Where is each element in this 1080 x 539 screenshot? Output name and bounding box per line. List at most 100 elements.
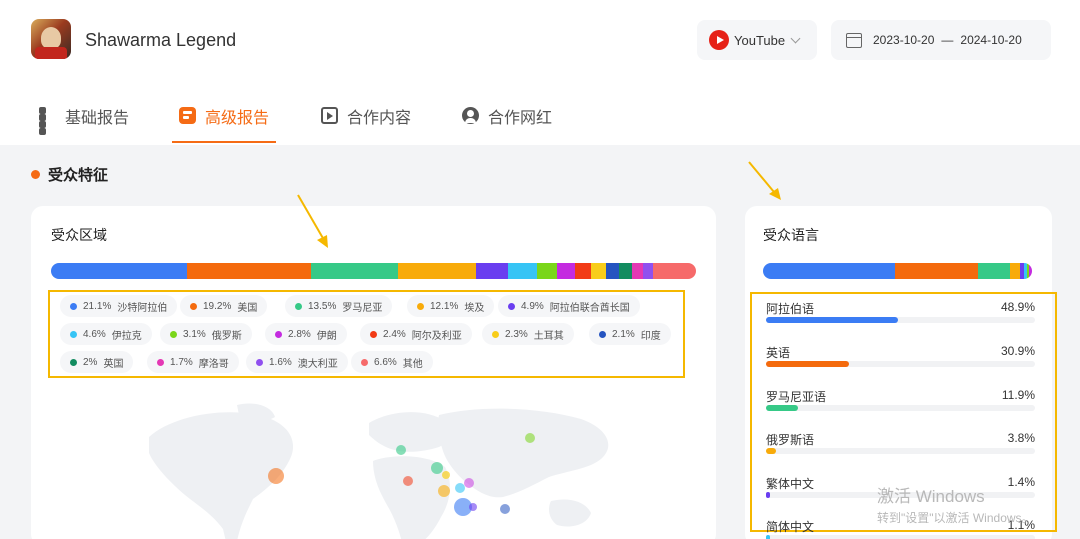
region-legend-item[interactable]: 2% 英国	[60, 351, 134, 373]
legend-color-dot	[370, 330, 377, 338]
region-bar-segment	[507, 263, 538, 279]
region-bar-segment	[187, 263, 311, 279]
region-bar-segment	[590, 263, 606, 279]
tab-collab-influencers[interactable]: 合作网红	[462, 88, 552, 143]
region-legend-item[interactable]: 2.3% 土耳其	[482, 323, 574, 345]
app-title: Shawarma Legend	[85, 30, 237, 50]
region-bar-segment	[653, 263, 696, 279]
region-legend-item[interactable]: 13.5% 罗马尼亚	[285, 295, 393, 317]
map-marker-india	[500, 504, 510, 514]
region-bar-segment	[605, 263, 620, 279]
region-legend-item[interactable]: 4.6% 伊拉克	[60, 323, 152, 345]
legend-label: 俄罗斯	[211, 330, 242, 342]
legend-label: 澳大利亚	[297, 358, 338, 370]
video-content-icon	[321, 107, 338, 124]
legend-percent: 21.1%	[83, 300, 112, 312]
language-name: 英语	[766, 346, 791, 360]
language-bar-segment	[894, 263, 978, 279]
language-name: 俄罗斯语	[766, 433, 815, 447]
legend-color-dot	[508, 302, 515, 310]
legend-label: 其他	[402, 358, 423, 370]
legend-label: 伊拉克	[111, 330, 142, 342]
legend-label: 土耳其	[533, 330, 564, 342]
legend-label: 罗马尼亚	[342, 302, 383, 314]
language-stacked-bar	[763, 263, 1032, 279]
region-bar-segment	[557, 263, 576, 279]
region-bar-segment	[51, 263, 188, 279]
language-row: 阿拉伯语 48.9%	[766, 300, 1035, 340]
legend-color-dot	[599, 330, 606, 338]
language-name: 罗马尼亚语	[766, 390, 827, 404]
legend-percent: 2.8%	[288, 328, 311, 340]
legend-color-dot	[70, 302, 77, 310]
legend-percent: 2%	[83, 356, 98, 368]
map-marker-uk	[396, 445, 406, 455]
region-bar-segment	[537, 263, 558, 279]
watermark-title: 激活 Windows	[877, 487, 985, 506]
user-icon	[462, 107, 479, 124]
language-row: 俄罗斯语 3.8%	[766, 431, 1035, 471]
tab-collab-content[interactable]: 合作内容	[321, 88, 411, 143]
map-marker-russia	[525, 433, 535, 443]
region-legend-item[interactable]: 19.2% 美国	[180, 295, 268, 317]
region-legend-item[interactable]: 2.8% 伊朗	[265, 323, 347, 345]
section-title-text: 受众特征	[48, 167, 109, 184]
region-legend-item[interactable]: 2.4% 阿尔及利亚	[360, 323, 472, 345]
legend-label: 沙特阿拉伯	[117, 302, 168, 314]
legend-color-dot	[417, 302, 424, 310]
tab-advanced-report[interactable]: 高级报告	[171, 88, 277, 143]
language-progress-fill	[766, 492, 770, 498]
legend-percent: 2.3%	[505, 328, 528, 340]
language-bar-segment	[1029, 263, 1032, 279]
map-marker-romania	[431, 462, 443, 474]
language-progress-track	[766, 448, 1035, 454]
annotation-arrow-region	[297, 194, 328, 248]
region-legend-item[interactable]: 12.1% 埃及	[407, 295, 495, 317]
tab-label: 合作网红	[488, 109, 553, 127]
legend-color-dot	[295, 302, 302, 310]
tab-label: 合作内容	[347, 109, 412, 127]
legend-color-dot	[190, 302, 197, 310]
grid-icon	[39, 107, 56, 135]
tab-basic-report[interactable]: 基础报告	[39, 88, 129, 143]
region-bar-segment	[575, 263, 591, 279]
region-legend-item[interactable]: 2.1% 印度	[589, 323, 671, 345]
region-legend-item[interactable]: 1.7% 摩洛哥	[147, 351, 239, 373]
tab-label: 基础报告	[65, 109, 130, 127]
legend-label: 伊朗	[316, 330, 337, 342]
language-row: 英语 30.9%	[766, 344, 1035, 384]
region-legend-item[interactable]: 4.9% 阿拉伯联合酋长国	[498, 295, 640, 317]
world-map-land	[149, 403, 609, 539]
windows-activation-watermark: 激活 Windows 转到"设置"以激活 Windows。	[877, 487, 1034, 526]
language-percent: 11.9%	[1001, 388, 1035, 402]
language-name: 阿拉伯语	[766, 302, 815, 316]
region-legend-item[interactable]: 21.1% 沙特阿拉伯	[60, 295, 178, 317]
region-legend-item[interactable]: 1.6% 澳大利亚	[246, 351, 348, 373]
map-marker-uae	[469, 503, 477, 511]
world-map	[149, 403, 609, 539]
date-range-picker[interactable]: 2023-10-20 — 2024-10-20	[831, 20, 1051, 60]
map-marker-egypt	[438, 485, 450, 497]
region-bar-segment	[642, 263, 654, 279]
legend-label: 美国	[237, 302, 258, 314]
legend-percent: 4.9%	[521, 300, 544, 312]
language-row: 罗马尼亚语 11.9%	[766, 388, 1035, 428]
region-legend-highlight: 21.1% 沙特阿拉伯 19.2% 美国 13.5% 罗马尼亚 12.1% 埃及 4.9% 阿拉伯…	[48, 290, 685, 378]
region-bar-segment	[476, 263, 508, 279]
legend-percent: 4.6%	[83, 328, 106, 340]
calendar-icon	[846, 32, 862, 48]
region-legend-item[interactable]: 6.6% 其他	[351, 351, 433, 373]
region-bar-segment	[397, 263, 477, 279]
legend-color-dot	[170, 330, 177, 338]
platform-select[interactable]: YouTube	[697, 20, 817, 60]
language-progress-track	[766, 405, 1035, 411]
legend-color-dot	[275, 330, 282, 338]
legend-percent: 19.2%	[203, 300, 232, 312]
section-dot	[31, 170, 40, 179]
region-bar-segment	[310, 263, 398, 279]
legend-percent: 12.1%	[430, 300, 459, 312]
legend-label: 摩洛哥	[198, 358, 229, 370]
section-title: 受众特征	[31, 164, 108, 185]
legend-percent: 1.6%	[269, 356, 292, 368]
region-legend-item[interactable]: 3.1% 俄罗斯	[160, 323, 252, 345]
